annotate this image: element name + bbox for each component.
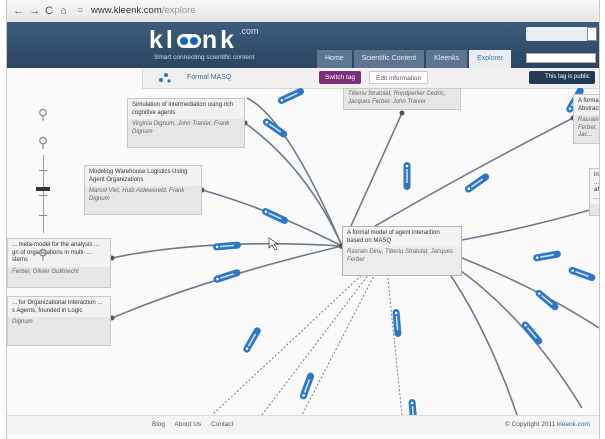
zoom-tick — [39, 215, 47, 216]
logo-text-end: nk — [201, 26, 238, 54]
tab-home[interactable]: Home — [317, 50, 352, 68]
card-authors: Rasrain ... Ferber, Jac... — [578, 117, 599, 138]
card-authors: Ferber, Olivier Gutknecht — [12, 268, 79, 275]
tab-scientific-content[interactable]: Scientific Content — [353, 50, 425, 68]
switch-tag-button[interactable]: Switch tag — [319, 71, 361, 84]
edge-dotted — [386, 269, 403, 415]
tag-graph-icon — [159, 73, 171, 83]
card-authors: Virginia Dignum, John Tranier, Frank Dig… — [132, 121, 230, 135]
card-authors: Tiberiu Stratulat, Rondperlier Cedric, J… — [348, 91, 446, 105]
account-button[interactable] — [587, 27, 597, 41]
public-tag-button[interactable]: This tag is public — [529, 71, 595, 84]
site-footer: Blog About Us Contact © Copyright 2011 k… — [7, 415, 599, 434]
zoom-in-small-icon[interactable]: ⚲ — [34, 133, 52, 151]
page-icon: ○ — [77, 5, 84, 16]
card-title: Simulation of intermediation using rich … — [128, 99, 244, 119]
address-bar[interactable]: www.kleenk.com/explore — [91, 4, 591, 18]
edge — [446, 269, 518, 415]
zoom-control: ⚲ ⚲ ⚲ — [34, 95, 54, 270]
footer-link-contact[interactable]: Contact — [211, 421, 233, 428]
tab-explorer[interactable]: Explorer — [469, 50, 512, 68]
explorer-graph[interactable]: Simulation of intermediation using rich … — [7, 88, 599, 415]
search-input[interactable] — [526, 53, 596, 63]
reload-icon[interactable]: C — [45, 4, 53, 18]
edge — [461, 207, 598, 241]
footer-link-blog[interactable]: Blog — [152, 421, 165, 428]
logo-domain: .com — [239, 26, 259, 36]
account-box[interactable] — [526, 27, 590, 41]
edge-dotted — [211, 269, 368, 415]
edge — [461, 257, 599, 329]
focused-content-card[interactable]: A formal model of agent interaction base… — [342, 226, 462, 276]
url-host: www.kleenk.com — [91, 5, 162, 16]
content-card[interactable]: Simulation of intermediation using rich … — [127, 98, 245, 148]
card-authors: Dignum — [12, 319, 33, 325]
card-title: A formal ... Abstract ... — [574, 95, 599, 115]
edge-dotted — [261, 269, 373, 415]
home-icon[interactable]: ⌂ — [60, 4, 67, 18]
card-authors: Rasrain Dinu, Tiberiu Stratulat, Jacques… — [347, 249, 453, 263]
content-card[interactable]: info ... afte ... — [589, 168, 599, 216]
copyright-text: © Copyright 2011 — [505, 421, 558, 428]
card-title: Modeling Warehouse Logistics Using Agent… — [85, 166, 201, 186]
edit-information-button[interactable]: Edit information — [369, 71, 429, 84]
kleenk-logo[interactable]: kl nk — [149, 27, 237, 53]
logo-text-start: kl — [149, 26, 176, 54]
card-title: ... for Organizational Interaction ... s… — [8, 297, 110, 317]
forward-icon[interactable]: → — [29, 4, 40, 18]
zoom-tick — [39, 170, 47, 171]
footer-links: Blog About Us Contact — [152, 416, 241, 434]
zoom-slider-handle[interactable] — [36, 187, 50, 191]
site-tagline: Smart connecting scientific content — [154, 54, 255, 61]
edge — [111, 245, 343, 319]
back-icon[interactable]: ← — [13, 4, 24, 18]
copyright-site-link[interactable]: kleenk.com — [557, 421, 590, 428]
edge — [456, 267, 583, 409]
browser-toolbar: ← → C ⌂ ○ www.kleenk.com/explore — [7, 0, 599, 23]
tab-kleenks[interactable]: Kleenks — [426, 50, 468, 68]
edge — [244, 122, 343, 247]
content-card[interactable]: ... meta-model for the analysis ... gn o… — [7, 238, 111, 288]
main-nav: Home Scientific Content Kleenks Explorer — [315, 50, 512, 68]
site-header: kl nk .com Smart connecting scientific co… — [7, 22, 599, 68]
footer-link-about[interactable]: About Us — [174, 421, 201, 428]
content-card[interactable]: Tiberiu Stratulat, Rondperlier Cedric, J… — [343, 88, 461, 110]
card-authors: Marcel Viet, Huib Aldewereld, Frank Dign… — [89, 188, 185, 202]
browser-window: ← → C ⌂ ○ www.kleenk.com/explore kl nk .c… — [6, 0, 600, 439]
zoom-track[interactable] — [43, 155, 44, 233]
zoom-out-icon[interactable]: ⚲ — [34, 245, 52, 263]
logo-eyes-icon — [176, 34, 201, 49]
copyright: © Copyright 2011 kleenk.com — [505, 416, 590, 434]
zoom-tick — [39, 195, 47, 196]
content-card[interactable]: A formal ... Abstract ... Rasrain ... Fe… — [573, 94, 599, 144]
zoom-in-icon[interactable]: ⚲ — [34, 105, 52, 123]
edge-dotted — [301, 269, 378, 415]
card-title: A formal model of agent interaction base… — [343, 227, 461, 247]
card-title: info ... afte ... — [590, 169, 599, 204]
tag-bar: Formal MASQ Switch tag Edit information … — [142, 68, 599, 89]
card-title: ... meta-model for the analysis ... gn o… — [8, 239, 110, 267]
url-path: /explore — [161, 5, 196, 16]
content-card[interactable]: ... for Organizational Interaction ... s… — [7, 296, 111, 346]
tag-name[interactable]: Formal MASQ — [187, 72, 231, 84]
content-card[interactable]: Modeling Warehouse Logistics Using Agent… — [84, 165, 202, 215]
